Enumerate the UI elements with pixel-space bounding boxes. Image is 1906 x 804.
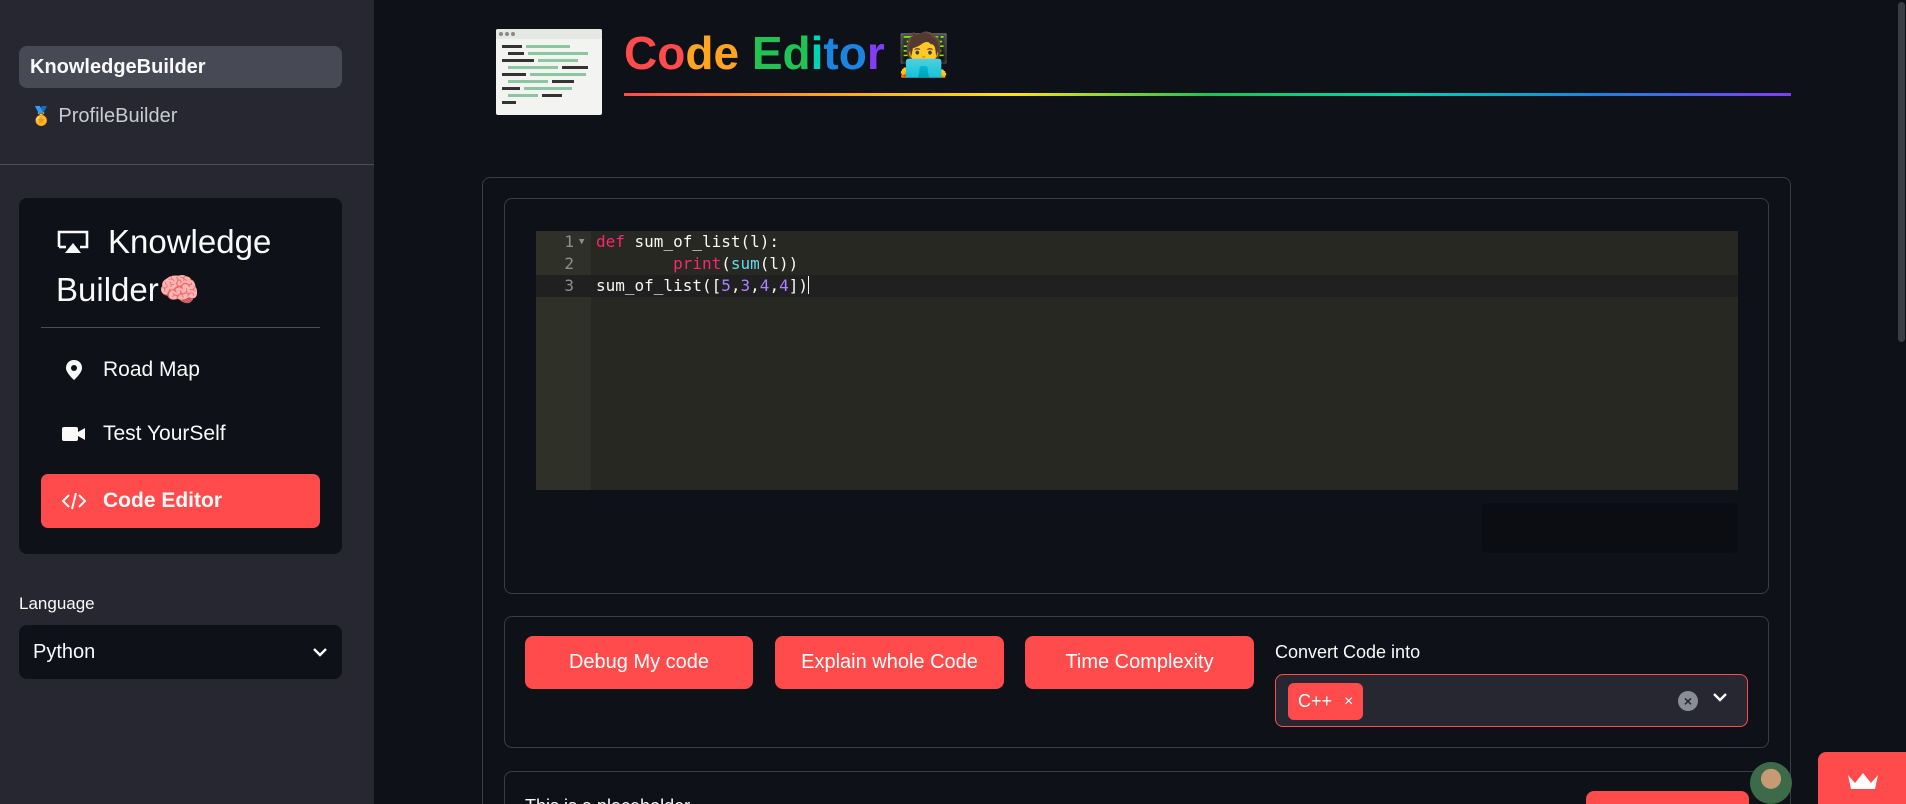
page-title: Code Editor 🧑‍💻 [624, 26, 950, 80]
map-pin-icon [61, 357, 87, 383]
line-number: 3 [564, 276, 574, 295]
convert-label: Convert Code into [1275, 642, 1421, 662]
chevron-down-icon [313, 648, 327, 657]
time-complexity-button[interactable]: Time Complexity [1025, 636, 1254, 689]
page-link-knowledgebuilder[interactable]: KnowledgeBuilder [19, 46, 342, 88]
result-container [504, 771, 1769, 804]
remove-tag-icon[interactable]: × [1344, 693, 1353, 711]
streamlit-manage-button[interactable] [1818, 752, 1906, 804]
crown-icon [1848, 773, 1878, 789]
code-editor-logo [496, 29, 602, 115]
menu-item-road-map[interactable]: Road Map [41, 343, 320, 397]
page-link-profilebuilder[interactable]: 🏅 ProfileBuilder [19, 95, 342, 137]
result-action-button[interactable] [1586, 791, 1749, 804]
code-icon [61, 488, 87, 514]
editor-submit-button[interactable] [1482, 503, 1738, 553]
chevron-down-icon[interactable] [1712, 691, 1728, 703]
camera-icon [61, 421, 87, 447]
menu-title: Knowledge Builder🧠 [56, 218, 326, 314]
explain-code-button[interactable]: Explain whole Code [775, 636, 1004, 689]
line-number: 1 [564, 232, 574, 251]
scrollbar[interactable] [1898, 2, 1905, 342]
code-text: def sum_of_list(l): [596, 232, 780, 251]
cast-icon [57, 230, 89, 253]
code-text: print(sum(l)) [673, 254, 799, 273]
menu-item-label: Test YourSelf [103, 422, 226, 445]
technologist-icon: 🧑‍💻 [897, 31, 950, 78]
language-value: Python [33, 640, 96, 663]
fold-arrow-icon[interactable]: ▼ [579, 231, 584, 253]
menu-item-label: Code Editor [103, 489, 222, 512]
code-text: sum_of_list([5,3,4,4]) [596, 276, 809, 295]
page-title-text: Code Editor [624, 27, 885, 79]
text-cursor [807, 276, 809, 294]
code-line: 2 print(sum(l)) [536, 253, 1738, 275]
code-line: 1 ▼ def sum_of_list(l): [536, 231, 1738, 253]
code-line-current: 3 sum_of_list([5,3,4,4]) [536, 275, 1738, 297]
menu-divider [41, 327, 320, 328]
debug-code-button[interactable]: Debug My code [525, 636, 753, 689]
line-number: 2 [564, 254, 574, 273]
page-link-label: KnowledgeBuilder [30, 55, 206, 78]
sidebar: KnowledgeBuilder 🏅 ProfileBuilder Knowle… [0, 0, 374, 804]
menu-item-test-yourself[interactable]: Test YourSelf [41, 407, 320, 461]
menu-item-label: Road Map [103, 358, 200, 381]
clear-all-icon[interactable]: × [1678, 691, 1698, 711]
tag-label: C++ [1298, 691, 1333, 711]
code-editor[interactable]: 1 ▼ def sum_of_list(l): 2 print(sum(l)) … [536, 231, 1738, 490]
option-menu: Knowledge Builder🧠 Road Map Test YourSel… [19, 198, 342, 554]
language-label: Language [19, 594, 95, 613]
language-select[interactable]: Python [19, 625, 342, 679]
selected-language-tag: C++ × [1288, 683, 1364, 720]
convert-multiselect[interactable]: C++ × × [1275, 674, 1748, 727]
page-link-label: ProfileBuilder [58, 104, 178, 127]
menu-item-code-editor[interactable]: Code Editor [41, 474, 320, 528]
title-rainbow-divider [624, 93, 1791, 96]
sidebar-divider [0, 164, 374, 165]
medal-icon: 🏅 [30, 105, 53, 126]
avatar[interactable] [1750, 762, 1792, 804]
result-text: This is a placeholder [525, 796, 690, 804]
